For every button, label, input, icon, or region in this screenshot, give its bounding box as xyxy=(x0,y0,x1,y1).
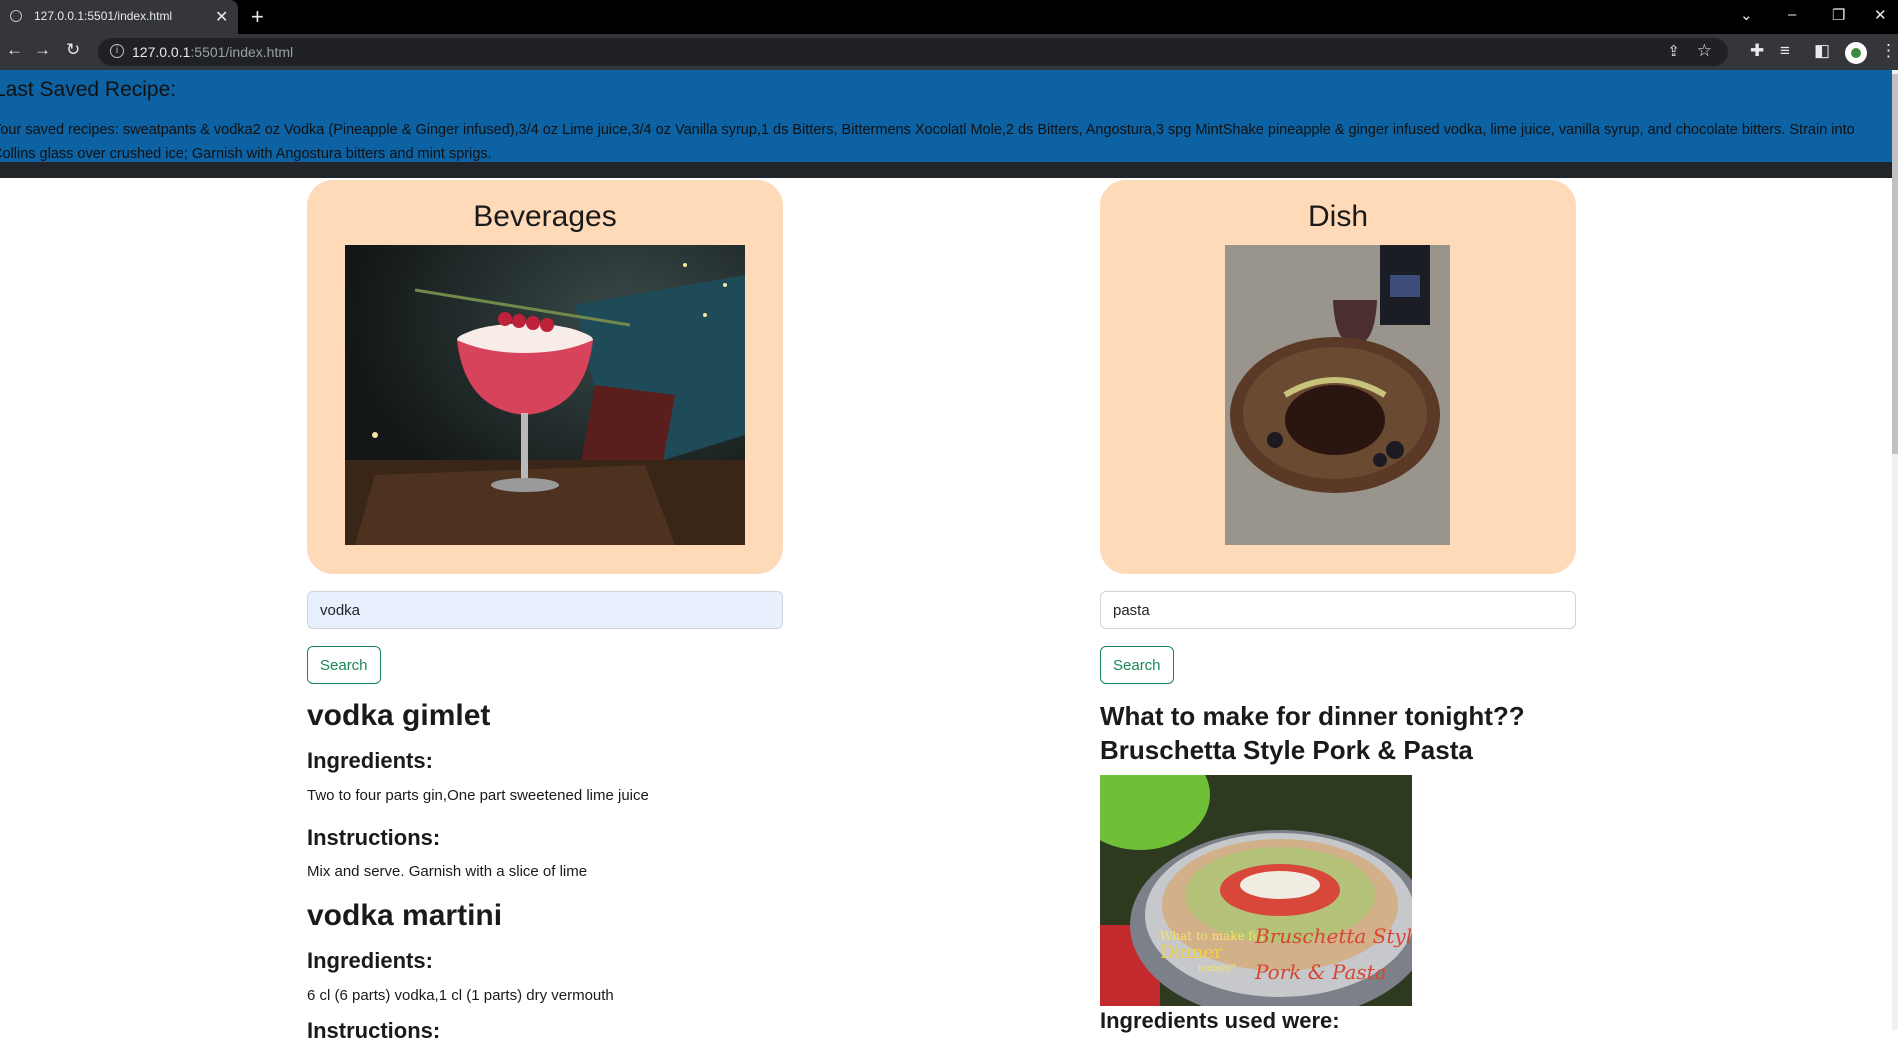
dish-search-input[interactable] xyxy=(1100,591,1576,629)
side-panel-icon[interactable]: ◧ xyxy=(1814,41,1830,61)
minimize-icon[interactable]: – xyxy=(1788,6,1796,23)
dish-title: Dish xyxy=(1307,200,1368,233)
reload-icon[interactable]: ↻ xyxy=(66,40,80,60)
tab-search-icon[interactable]: ⌄ xyxy=(1740,6,1753,24)
menu-icon[interactable]: ⋮ xyxy=(1880,41,1897,61)
dish-image-caption: Pork & Pasta xyxy=(1254,960,1387,984)
ingredients-text: 6 cl (6 parts) vodka,1 cl (1 parts) dry … xyxy=(307,987,614,1004)
recipe-title: vodka martini xyxy=(307,899,503,932)
beverages-title: Beverages xyxy=(473,200,617,233)
ingredients-heading: Ingredients: xyxy=(307,948,433,973)
recipe-title: vodka gimlet xyxy=(307,699,491,732)
url-path: :5501/index.html xyxy=(190,44,294,60)
url-text: 127.0.0.1:5501/index.html xyxy=(132,44,293,60)
dish-image-caption: Dinner xyxy=(1160,942,1223,963)
dish-result-title-line2: Bruschetta Style Pork & Pasta xyxy=(1100,735,1473,765)
saved-recipe-banner: Last Saved Recipe: Your saved recipes: s… xyxy=(0,70,1892,162)
tab-title: 127.0.0.1:5501/index.html xyxy=(34,9,173,23)
url-host: 127.0.0.1 xyxy=(132,44,191,60)
ingredients-heading: Ingredients: xyxy=(307,748,433,773)
dish-image-caption: What to make for xyxy=(1160,929,1266,943)
address-bar[interactable]: i 127.0.0.1:5501/index.html ⇪ ☆ xyxy=(98,38,1728,66)
saved-recipe-text: Your saved recipes: sweatpants & vodka2 … xyxy=(0,122,1855,162)
beverage-search-button[interactable]: Search xyxy=(307,646,381,684)
profile-avatar[interactable] xyxy=(1845,42,1867,64)
share-icon[interactable]: ⇪ xyxy=(1667,42,1680,60)
new-tab-icon[interactable]: + xyxy=(251,4,264,30)
dish-card: Dish xyxy=(1100,180,1576,574)
dish-search-button[interactable]: Search xyxy=(1100,646,1174,684)
site-info-icon[interactable]: i xyxy=(110,44,124,58)
dish-result-title-line1: What to make for dinner tonight?? xyxy=(1100,701,1525,731)
browser-tabstrip: 127.0.0.1:5501/index.html ✕ + ⌄ – ❐ ✕ xyxy=(0,0,1898,34)
scrollbar-thumb[interactable] xyxy=(1892,74,1898,454)
restore-icon[interactable]: ❐ xyxy=(1832,6,1845,24)
instructions-heading: Instructions: xyxy=(307,1018,441,1043)
instructions-heading: Instructions: xyxy=(307,825,441,850)
close-tab-icon[interactable]: ✕ xyxy=(215,7,228,27)
instructions-text: Mix and serve. Garnish with a slice of l… xyxy=(307,863,588,880)
browser-tab[interactable]: 127.0.0.1:5501/index.html ✕ xyxy=(0,0,238,34)
browser-toolbar: ← → ↻ i 127.0.0.1:5501/index.html ⇪ ☆ ✚ … xyxy=(0,34,1898,70)
back-icon[interactable]: ← xyxy=(6,40,23,60)
beverages-card: Beverages xyxy=(307,180,783,574)
header-divider xyxy=(0,162,1892,178)
beverage-search-input[interactable] xyxy=(307,591,783,629)
close-window-icon[interactable]: ✕ xyxy=(1874,6,1887,24)
globe-icon xyxy=(10,10,22,22)
ingredients-text: Two to four parts gin,One part sweetened… xyxy=(307,787,649,804)
beverage-photo xyxy=(345,245,745,545)
dish-ingredients-heading: Ingredients used were: xyxy=(1100,1008,1340,1033)
page-scrollbar[interactable] xyxy=(1892,70,1898,1030)
dish-image-caption: Bruschetta Style xyxy=(1254,924,1412,948)
dish-result-photo: What to make for Dinner tonight? Brusche… xyxy=(1100,775,1412,1006)
reading-list-icon[interactable]: ≡ xyxy=(1780,41,1790,61)
bookmark-star-icon[interactable]: ☆ xyxy=(1697,41,1712,61)
forward-icon[interactable]: → xyxy=(34,40,51,60)
saved-recipe-heading: Last Saved Recipe: xyxy=(0,78,177,101)
extensions-icon[interactable]: ✚ xyxy=(1750,41,1764,61)
dish-photo xyxy=(1225,245,1450,545)
dish-image-caption: tonight? xyxy=(1198,964,1236,974)
